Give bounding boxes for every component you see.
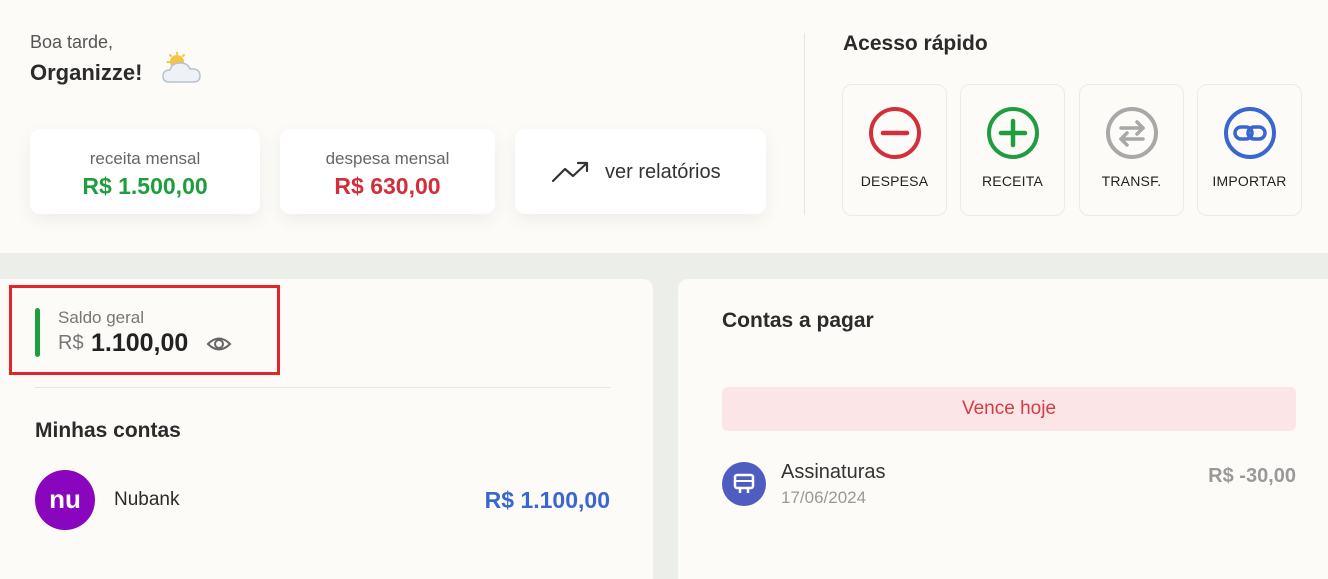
bill-category-icon <box>722 462 766 506</box>
saldo-currency: R$ <box>58 332 84 354</box>
plus-circle-icon <box>987 107 1039 159</box>
horizontal-divider <box>35 387 610 388</box>
despesa-mensal-card: despesa mensal R$ 630,00 <box>280 129 495 214</box>
link-icon <box>1224 107 1276 159</box>
saldo-accent-bar <box>35 308 40 357</box>
quick-despesa-label: DESPESA <box>860 173 929 189</box>
nubank-logo-text: nu <box>49 484 81 514</box>
nubank-logo-mark: nu <box>49 484 81 514</box>
despesa-mensal-value: R$ 630,00 <box>334 173 441 199</box>
quick-importar-button[interactable]: IMPORTAR <box>1197 84 1302 216</box>
quick-transf-button[interactable]: TRANSF. <box>1079 84 1184 216</box>
receita-mensal-value: R$ 1.500,00 <box>82 173 208 199</box>
vence-hoje-label: Vence hoje <box>961 398 1057 419</box>
minus-circle-icon <box>869 107 921 159</box>
account-balance: R$ 1.100,00 <box>484 487 610 513</box>
quick-transf-label: TRANSF. <box>1101 173 1162 189</box>
quick-importar-label: IMPORTAR <box>1212 173 1287 189</box>
saldo-geral-label: Saldo geral <box>58 308 145 327</box>
quick-receita-button[interactable]: RECEITA <box>960 84 1065 216</box>
greeting-text: Boa tarde, <box>30 32 114 52</box>
receita-mensal-label: receita mensal <box>89 149 201 168</box>
account-name[interactable]: Nubank <box>114 489 180 511</box>
trending-up-icon <box>551 161 589 183</box>
greeting-name: Organizze! <box>30 60 143 85</box>
bill-value: R$ -30,00 <box>1208 465 1296 487</box>
acesso-rapido-title: Acesso rápido <box>843 32 988 55</box>
ticket-icon <box>733 473 755 493</box>
minhas-contas-title: Minhas contas <box>35 419 181 442</box>
quick-receita-label: RECEITA <box>981 173 1044 189</box>
bill-name[interactable]: Assinaturas <box>781 461 886 484</box>
nubank-logo: nu <box>35 470 95 530</box>
ver-relatorios-label: ver relatórios <box>605 161 721 183</box>
ver-relatorios-button[interactable]: ver relatórios <box>515 129 766 214</box>
top-section: Boa tarde, Organizze! receita mensal R$ … <box>0 0 1328 253</box>
receita-mensal-card: receita mensal R$ 1.500,00 <box>30 129 260 214</box>
saldo-geral-value: 1.100,00 <box>91 329 189 357</box>
cloud-sun-icon <box>162 52 201 83</box>
quick-despesa-button[interactable]: DESPESA <box>842 84 947 216</box>
bill-date: 17/06/2024 <box>781 488 867 507</box>
transfer-icon <box>1106 107 1158 159</box>
vertical-divider <box>804 33 805 215</box>
eye-icon[interactable] <box>206 333 232 355</box>
contas-a-pagar-title: Contas a pagar <box>722 309 874 332</box>
despesa-mensal-label: despesa mensal <box>325 149 450 168</box>
vence-hoje-banner: Vence hoje <box>722 387 1296 431</box>
